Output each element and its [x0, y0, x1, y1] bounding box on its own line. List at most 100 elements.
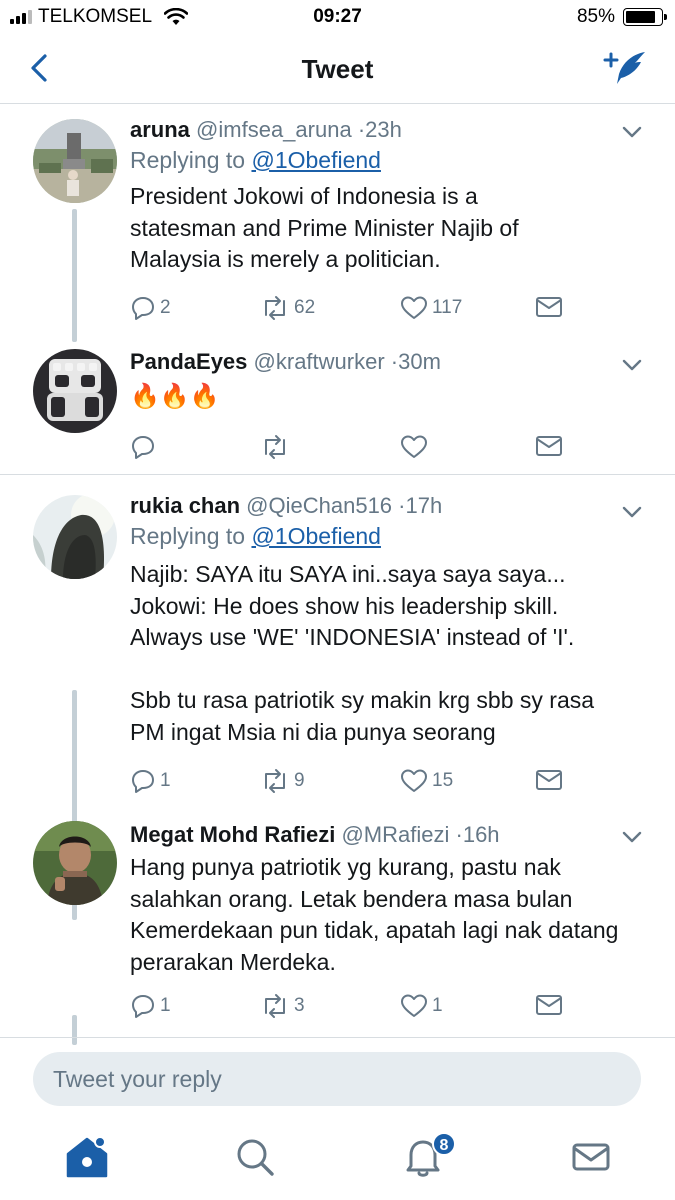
reply-button[interactable]: 1 [130, 768, 171, 794]
timestamp: 16h [462, 822, 500, 847]
heart-icon [401, 296, 427, 319]
tweet-text: 🔥🔥🔥 [130, 383, 220, 410]
thread-line [72, 209, 77, 342]
tweet-actions: 1 3 1 [130, 993, 570, 1023]
tweet-header: rukia chan @QieChan516 ·17h [130, 491, 655, 521]
tweet-header: PandaEyes @kraftwurker ·30m [130, 347, 655, 377]
retweet-icon [265, 994, 285, 1018]
handle[interactable]: @MRafiezi [341, 822, 449, 847]
reply-button[interactable]: 2 [130, 295, 171, 321]
reply-icon [132, 995, 154, 1018]
display-name[interactable]: aruna [130, 117, 190, 142]
heart-icon [401, 994, 427, 1017]
nav-bar: Tweet [0, 34, 675, 104]
tweet-body: aruna @imfsea_aruna ·23h Replying to @1O… [130, 115, 655, 276]
reply-input[interactable] [33, 1052, 641, 1106]
tweet-actions [130, 434, 570, 464]
display-name[interactable]: PandaEyes [130, 349, 247, 374]
reply-count: 2 [160, 297, 171, 318]
reply-count: 1 [160, 770, 171, 791]
heart-icon [401, 769, 427, 792]
direct-message-button[interactable] [535, 768, 563, 792]
status-time: 09:27 [313, 6, 362, 27]
avatar[interactable] [33, 495, 117, 579]
direct-message-button[interactable] [535, 993, 563, 1017]
battery-fill [626, 11, 655, 23]
reply-icon [132, 436, 154, 459]
notifications-badge: 8 [432, 1132, 456, 1156]
replying-to-label: Replying to [130, 147, 246, 173]
direct-message-button[interactable] [535, 434, 563, 458]
retweet-button[interactable] [260, 434, 294, 460]
direct-message-button[interactable] [535, 295, 563, 319]
status-right: 85% [576, 6, 667, 28]
tweet-body: rukia chan @QieChan516 ·17h Replying to … [130, 491, 655, 748]
avatar[interactable] [33, 821, 117, 905]
chevron-down-icon[interactable] [621, 121, 643, 143]
reply-icon [132, 297, 154, 320]
tweet-text: President Jokowi of Indonesia is a state… [130, 183, 525, 272]
tab-bar [0, 1120, 675, 1200]
battery-percent: 85% [576, 6, 615, 27]
timestamp: 30m [398, 349, 441, 374]
like-count: 1 [432, 995, 443, 1016]
like-button[interactable]: 15 [400, 768, 453, 794]
retweet-button[interactable]: 62 [260, 295, 315, 321]
retweet-icon [265, 435, 285, 459]
tweet-header: Megat Mohd Rafiezi @MRafiezi ·16h [130, 820, 655, 850]
reply-box[interactable] [33, 1052, 641, 1106]
retweet-icon [265, 296, 285, 320]
display-name[interactable]: Megat Mohd Rafiezi [130, 822, 335, 847]
tweet-text: Najib: SAYA itu SAYA ini..saya saya saya… [130, 561, 595, 745]
tweet-body: Megat Mohd Rafiezi @MRafiezi ·16h Hang p… [130, 820, 655, 978]
avatar[interactable] [33, 119, 117, 203]
replying-to-mention[interactable]: @1Obefiend [251, 523, 381, 549]
chevron-down-icon[interactable] [621, 826, 643, 848]
handle[interactable]: @QieChan516 [246, 493, 392, 518]
compose-tweet-icon[interactable] [603, 48, 647, 88]
tweet-actions: 1 9 15 [130, 768, 570, 798]
like-button[interactable]: 117 [400, 295, 462, 321]
mail-icon [536, 436, 562, 456]
reply-area-separator [0, 1037, 675, 1038]
chevron-down-icon[interactable] [621, 501, 643, 523]
messages-icon[interactable] [566, 1132, 616, 1182]
tweet-text: Hang punya patriotik yg kurang, pastu na… [130, 854, 625, 975]
reply-button[interactable]: 1 [130, 993, 171, 1019]
like-button[interactable]: 1 [400, 993, 443, 1019]
tweet-rukia-chan[interactable]: rukia chan @QieChan516 ·17h Replying to … [0, 475, 675, 920]
reply-count: 1 [160, 995, 171, 1016]
retweet-button[interactable]: 3 [260, 993, 305, 1019]
display-name[interactable]: rukia chan [130, 493, 240, 518]
avatar[interactable] [33, 349, 117, 433]
handle[interactable]: @kraftwurker [254, 349, 385, 374]
tweet-body: PandaEyes @kraftwurker ·30m 🔥🔥🔥 [130, 347, 655, 413]
retweet-icon [265, 769, 285, 793]
heart-icon [401, 435, 427, 458]
home-icon[interactable] [62, 1132, 112, 1182]
replying-to: Replying to @1Obefiend [130, 145, 655, 175]
retweet-button[interactable]: 9 [260, 768, 305, 794]
tweet-aruna[interactable]: aruna @imfsea_aruna ·23h Replying to @1O… [0, 105, 675, 342]
retweet-count: 3 [294, 995, 305, 1016]
timestamp: 23h [365, 117, 402, 142]
replying-to: Replying to @1Obefiend [130, 521, 655, 551]
tweet-megat-mohd-rafiezi[interactable]: Megat Mohd Rafiezi @MRafiezi ·16h Hang p… [0, 815, 675, 1045]
timestamp: 17h [405, 493, 443, 518]
mail-icon [536, 770, 562, 790]
like-button[interactable] [400, 434, 432, 460]
handle[interactable]: @imfsea_aruna [196, 117, 352, 142]
reply-icon [132, 770, 154, 793]
tweet-actions: 2 62 117 [130, 295, 570, 325]
chevron-down-icon[interactable] [621, 354, 643, 376]
mail-icon [536, 995, 562, 1015]
like-count: 117 [432, 297, 463, 318]
thread-line [72, 1015, 77, 1045]
replying-to-mention[interactable]: @1Obefiend [251, 147, 381, 173]
mail-icon [536, 297, 562, 317]
reply-button[interactable] [130, 434, 160, 460]
meta-dot: · [398, 493, 406, 518]
page-title: Tweet [301, 54, 374, 84]
search-icon[interactable] [230, 1132, 280, 1182]
battery-icon [623, 8, 667, 26]
